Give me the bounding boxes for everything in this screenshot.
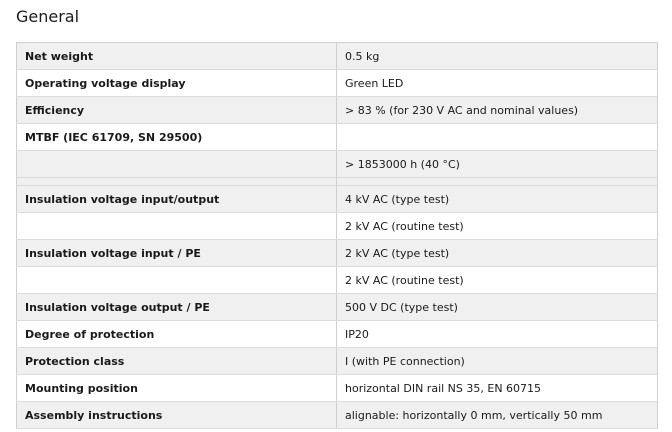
row-label: Mounting position: [16, 374, 337, 402]
row-label: Insulation voltage input/output: [16, 185, 337, 213]
table-row: Assembly instructions alignable: horizon…: [16, 401, 658, 429]
row-label: Protection class: [16, 347, 337, 375]
table-row: Mounting position horizontal DIN rail NS…: [16, 374, 658, 402]
table-row: Degree of protection IP20: [16, 320, 658, 348]
table-row: Insulation voltage input / PE 2 kV AC (t…: [16, 239, 658, 267]
table-row: Insulation voltage input/output 4 kV AC …: [16, 185, 658, 213]
table-row: Protection class I (with PE connection): [16, 347, 658, 375]
row-value: > 1853000 h (40 °C): [336, 150, 658, 178]
row-label: Efficiency: [16, 96, 337, 124]
row-value: I (with PE connection): [336, 347, 658, 375]
table-row-spacer: [16, 177, 658, 186]
table-row: 2 kV AC (routine test): [16, 266, 658, 294]
row-value: > 83 % (for 230 V AC and nominal values): [336, 96, 658, 124]
row-value: 4 kV AC (type test): [336, 185, 658, 213]
row-label: Assembly instructions: [16, 401, 337, 429]
row-value: IP20: [336, 320, 658, 348]
section-title: General: [16, 7, 80, 26]
row-value: 2 kV AC (routine test): [336, 212, 658, 240]
row-value: 2 kV AC (routine test): [336, 266, 658, 294]
table-row: MTBF (IEC 61709, SN 29500): [16, 123, 658, 151]
row-label: Insulation voltage output / PE: [16, 293, 337, 321]
row-label: Operating voltage display: [16, 69, 337, 97]
row-value: Green LED: [336, 69, 658, 97]
row-value: 2 kV AC (type test): [336, 239, 658, 267]
table-row: 2 kV AC (routine test): [16, 212, 658, 240]
table-row: > 1853000 h (40 °C): [16, 150, 658, 178]
row-label: Net weight: [16, 42, 337, 70]
row-label: [16, 177, 337, 186]
row-value: horizontal DIN rail NS 35, EN 60715: [336, 374, 658, 402]
row-label: [16, 266, 337, 294]
specification-table: Net weight 0.5 kg Operating voltage disp…: [16, 42, 658, 429]
row-label: [16, 150, 337, 178]
table-row: Operating voltage display Green LED: [16, 69, 658, 97]
row-value: [336, 123, 658, 151]
row-label: MTBF (IEC 61709, SN 29500): [16, 123, 337, 151]
row-value: 0.5 kg: [336, 42, 658, 70]
row-value: [336, 177, 658, 186]
row-value: alignable: horizontally 0 mm, vertically…: [336, 401, 658, 429]
row-label: [16, 212, 337, 240]
row-label: Degree of protection: [16, 320, 337, 348]
row-label: Insulation voltage input / PE: [16, 239, 337, 267]
table-row: Efficiency > 83 % (for 230 V AC and nomi…: [16, 96, 658, 124]
table-row: Insulation voltage output / PE 500 V DC …: [16, 293, 658, 321]
table-row: Net weight 0.5 kg: [16, 42, 658, 70]
row-value: 500 V DC (type test): [336, 293, 658, 321]
